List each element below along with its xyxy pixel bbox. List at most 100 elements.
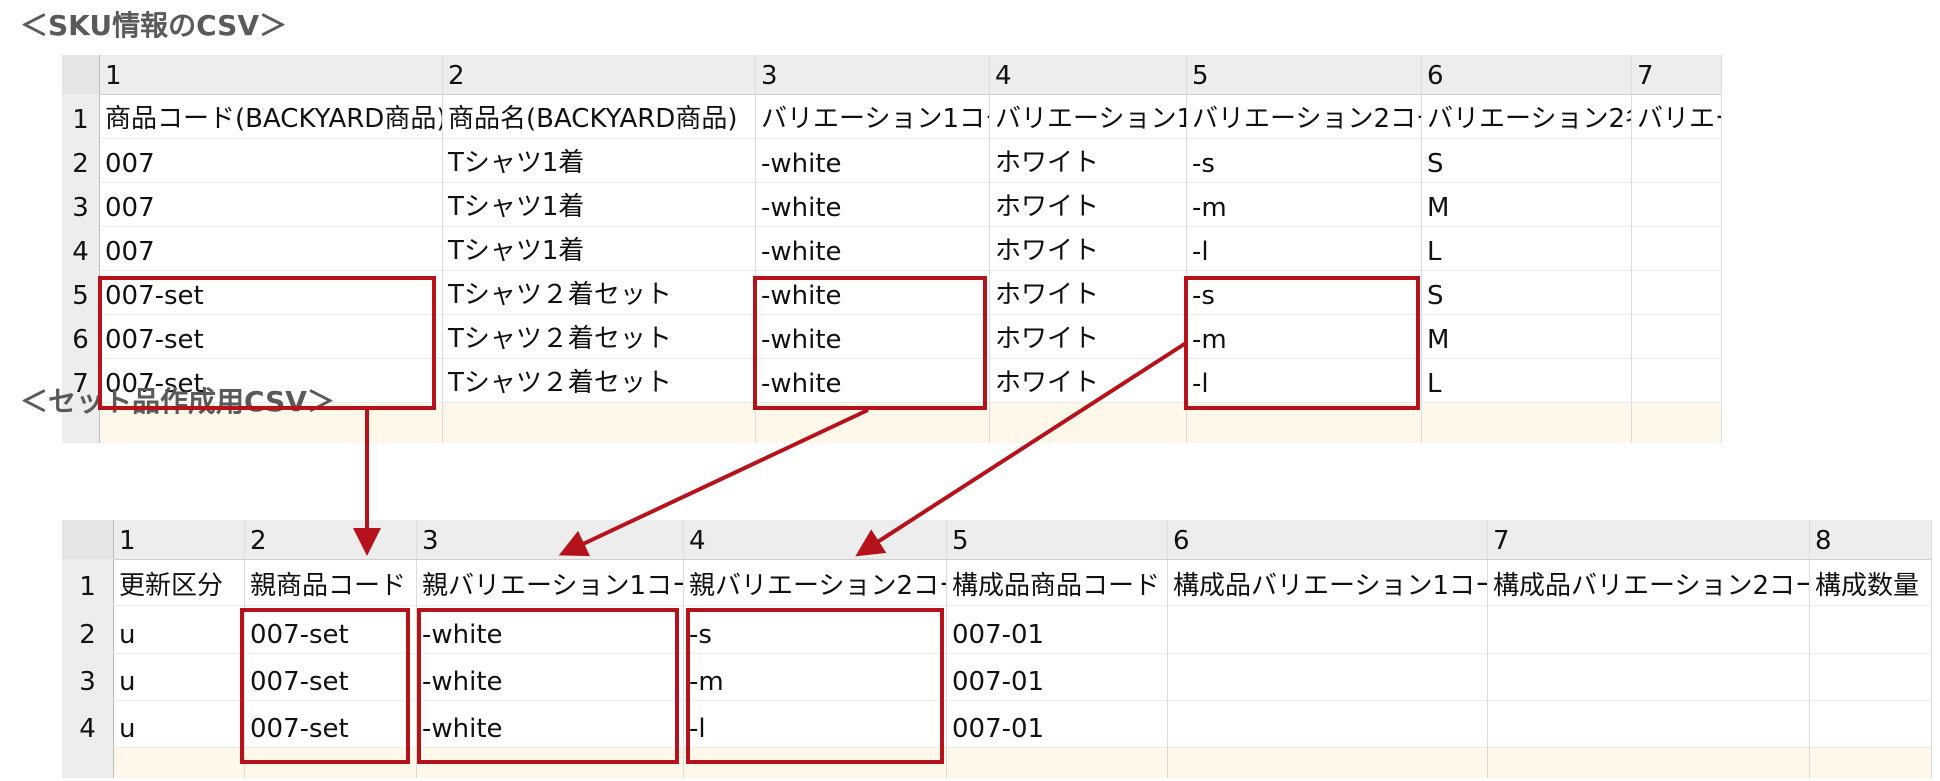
table-cell[interactable]: バリエーション2名 (1422, 95, 1632, 139)
table-cell[interactable] (1632, 139, 1722, 183)
table-cell[interactable]: -white (417, 654, 684, 701)
table-cell[interactable]: u (114, 654, 245, 701)
table-cell[interactable]: 007-set (245, 606, 417, 654)
table-cell[interactable] (1488, 701, 1810, 748)
column-header[interactable]: 8 (1810, 520, 1932, 560)
table-cell[interactable]: u (114, 606, 245, 654)
table-cell[interactable]: -l (1187, 359, 1422, 403)
column-header[interactable]: 1 (100, 55, 443, 95)
table-cell[interactable]: u (114, 701, 245, 748)
table-cell[interactable]: -m (684, 654, 947, 701)
table-cell[interactable] (417, 748, 684, 778)
table-cell[interactable] (1422, 403, 1632, 443)
table-cell[interactable]: -s (1187, 271, 1422, 315)
table-cell[interactable]: S (1422, 139, 1632, 183)
table-cell[interactable] (756, 403, 990, 443)
table-cell[interactable]: -s (684, 606, 947, 654)
table-cell[interactable]: 007-set (100, 315, 443, 359)
column-header[interactable]: 7 (1632, 55, 1722, 95)
table-cell[interactable]: 007 (100, 227, 443, 271)
table-cell[interactable] (1168, 748, 1488, 778)
table-cell[interactable]: 007-set (100, 271, 443, 315)
table-cell[interactable]: 親バリエーション1コード (417, 560, 684, 606)
table-cell[interactable] (1810, 701, 1932, 748)
table-cell[interactable]: -white (756, 183, 990, 227)
table-cell[interactable]: Tシャツ1着 (443, 227, 756, 271)
table-cell[interactable]: 007 (100, 183, 443, 227)
table-cell[interactable]: -white (756, 315, 990, 359)
table-cell[interactable] (1488, 748, 1810, 778)
row-header[interactable]: 4 (62, 701, 114, 748)
row-header[interactable]: 4 (62, 227, 100, 271)
table-cell[interactable] (1632, 271, 1722, 315)
column-header[interactable]: 5 (947, 520, 1168, 560)
row-header[interactable]: 3 (62, 183, 100, 227)
table-cell[interactable] (1488, 654, 1810, 701)
table-cell[interactable]: L (1422, 227, 1632, 271)
table-cell[interactable] (1168, 606, 1488, 654)
table-cell[interactable]: バリエーション2コード (1187, 95, 1422, 139)
table-cell[interactable]: 007-01 (947, 654, 1168, 701)
table-cell[interactable]: 商品名(BACKYARD商品) (443, 95, 756, 139)
table-cell[interactable]: -s (1187, 139, 1422, 183)
table-cell[interactable]: M (1422, 315, 1632, 359)
table-cell[interactable] (245, 748, 417, 778)
row-header[interactable]: 5 (62, 271, 100, 315)
table-cell[interactable]: 007 (100, 139, 443, 183)
table-cell[interactable] (114, 748, 245, 778)
column-header[interactable]: 3 (417, 520, 684, 560)
table-cell[interactable]: -l (684, 701, 947, 748)
table-cell[interactable]: -white (756, 139, 990, 183)
row-header[interactable]: 2 (62, 139, 100, 183)
table-cell[interactable]: Tシャツ２着セット (443, 359, 756, 403)
table-cell[interactable]: S (1422, 271, 1632, 315)
table-cell[interactable] (990, 403, 1187, 443)
table-cell[interactable] (1632, 183, 1722, 227)
table-cell[interactable]: 構成品バリエーション1コード (1168, 560, 1488, 606)
table-cell[interactable]: Tシャツ２着セット (443, 271, 756, 315)
table-cell[interactable] (1168, 654, 1488, 701)
table-cell[interactable]: 007-01 (947, 701, 1168, 748)
table-cell[interactable]: 親商品コード (245, 560, 417, 606)
table-cell[interactable] (1168, 701, 1488, 748)
table-cell[interactable]: 007-01 (947, 606, 1168, 654)
table-cell[interactable]: 商品コード(BACKYARD商品) (100, 95, 443, 139)
select-all-corner[interactable] (62, 520, 114, 560)
table-cell[interactable] (1632, 359, 1722, 403)
table-cell[interactable]: M (1422, 183, 1632, 227)
table-cell[interactable]: バリエーション1名 (990, 95, 1187, 139)
table-cell[interactable]: バリエーション1コード (756, 95, 990, 139)
table-cell[interactable] (1488, 606, 1810, 654)
table-cell[interactable]: -white (417, 701, 684, 748)
column-header[interactable]: 2 (443, 55, 756, 95)
table-cell[interactable]: L (1422, 359, 1632, 403)
table-cell[interactable]: 007-set (245, 701, 417, 748)
table-cell[interactable]: Tシャツ２着セット (443, 315, 756, 359)
table-cell[interactable] (443, 403, 756, 443)
table-cell[interactable] (1810, 654, 1932, 701)
row-header[interactable]: 1 (62, 560, 114, 606)
column-header[interactable]: 1 (114, 520, 245, 560)
table-cell[interactable]: -white (756, 227, 990, 271)
table-cell[interactable] (1810, 606, 1932, 654)
row-header[interactable]: 6 (62, 315, 100, 359)
table-cell[interactable] (1632, 315, 1722, 359)
table-cell[interactable]: -m (1187, 315, 1422, 359)
table-cell[interactable]: 更新区分 (114, 560, 245, 606)
table-cell[interactable]: ホワイト (990, 359, 1187, 403)
table-cell[interactable]: Tシャツ1着 (443, 183, 756, 227)
table-cell[interactable] (684, 748, 947, 778)
table-cell[interactable]: ホワイト (990, 139, 1187, 183)
table-cell[interactable] (947, 748, 1168, 778)
table-cell[interactable]: ホワイト (990, 183, 1187, 227)
column-header[interactable]: 3 (756, 55, 990, 95)
table-cell[interactable] (1810, 748, 1932, 778)
table-cell[interactable]: ホワイト (990, 271, 1187, 315)
table-cell[interactable]: 構成品バリエーション2コード (1488, 560, 1810, 606)
table-cell[interactable]: -white (756, 271, 990, 315)
select-all-corner[interactable] (62, 55, 100, 95)
table-cell[interactable]: -m (1187, 183, 1422, 227)
column-header[interactable]: 7 (1488, 520, 1810, 560)
column-header[interactable]: 6 (1422, 55, 1632, 95)
table-cell[interactable]: バリエー (1632, 95, 1722, 139)
